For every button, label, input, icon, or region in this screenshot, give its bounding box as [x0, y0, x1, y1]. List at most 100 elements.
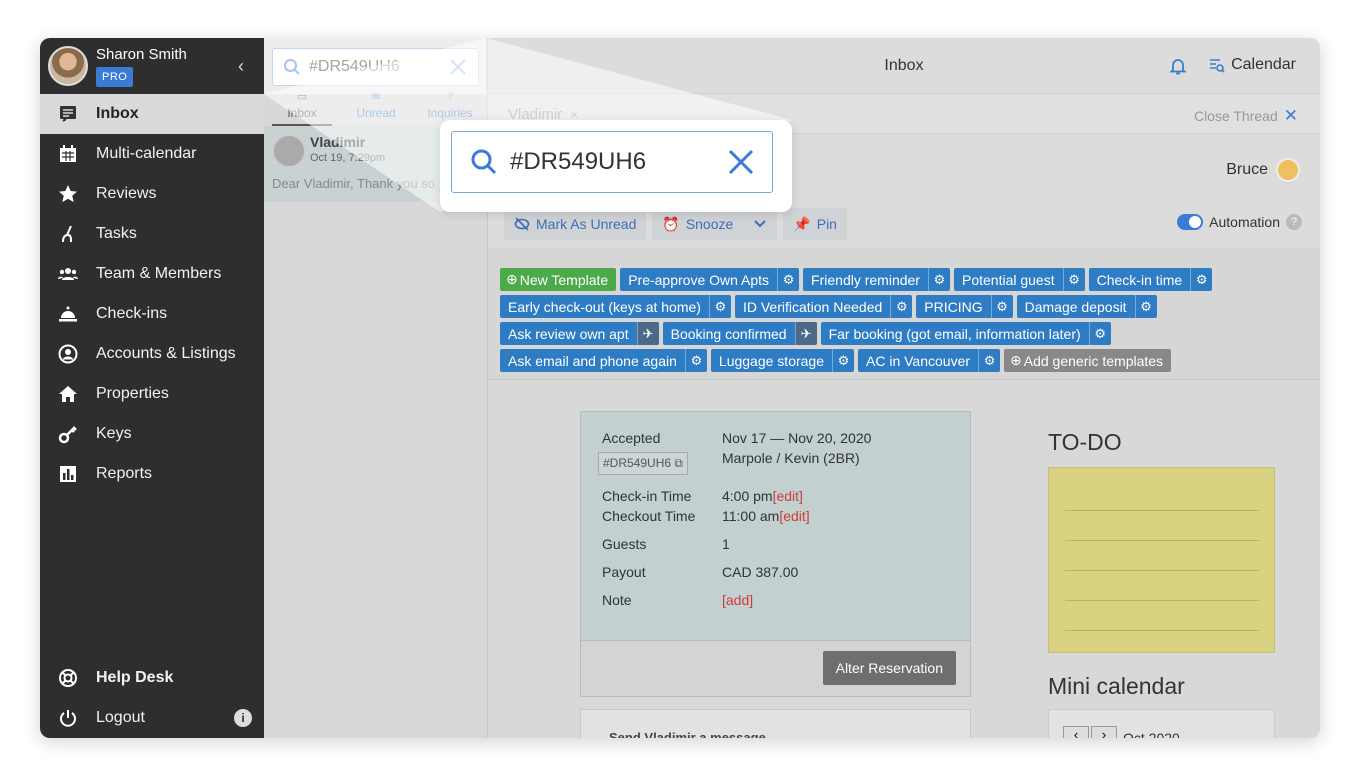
key-icon [58, 424, 78, 444]
chevron-down-icon[interactable] [753, 219, 767, 229]
team-icon [58, 264, 78, 284]
template-potential-guest[interactable]: Potential guest ⚙ [953, 268, 1085, 291]
sidebar-item-inbox[interactable]: Inbox [40, 94, 264, 134]
info-icon[interactable]: i [234, 709, 252, 727]
clear-search-icon[interactable] [448, 57, 468, 77]
mini-calendar: ‹ › Oct 2020 [1048, 709, 1275, 738]
template-ask-review-own-apt[interactable]: Ask review own apt ✈ [500, 322, 659, 345]
template-damage-deposit[interactable]: Damage deposit ⚙ [1016, 295, 1157, 318]
calendar-link[interactable]: Calendar [1209, 56, 1296, 74]
send-message-section[interactable]: Send Vladimir a message [580, 709, 971, 738]
prev-month-button[interactable]: ‹ [1063, 726, 1089, 738]
gear-icon[interactable]: ⚙ [1062, 268, 1085, 291]
reservation-code[interactable]: #DR549UH6 ⧉ [598, 452, 688, 475]
guests-value: 1 [722, 536, 730, 552]
automation-toggle[interactable]: Automation ? [1177, 214, 1302, 230]
search-value: #DR549UH6 [309, 58, 400, 75]
home-icon [58, 384, 78, 404]
template-new-template[interactable]: ⊕ New Template [500, 268, 617, 291]
sidebar-item-reviews[interactable]: Reviews [40, 174, 264, 214]
template-friendly-reminder[interactable]: Friendly reminder ⚙ [803, 268, 950, 291]
eye-off-icon [514, 217, 530, 231]
mark-unread-button[interactable]: Mark As Unread [504, 208, 647, 240]
gear-icon[interactable]: ⚙ [684, 349, 707, 372]
template-far-booking-got-email-information-later[interactable]: Far booking (got email, information late… [820, 322, 1111, 345]
clear-search-icon[interactable] [726, 147, 756, 177]
sidebar-item-multi-calendar[interactable]: Multi-calendar [40, 134, 264, 174]
gear-icon[interactable]: ⚙ [708, 295, 731, 318]
close-thread-button[interactable]: Close Thread ✕ [1194, 106, 1298, 126]
template-luggage-storage[interactable]: Luggage storage ⚙ [710, 349, 854, 372]
template-check-in-time[interactable]: Check-in time ⚙ [1088, 268, 1213, 291]
inbox-icon: ▭ [296, 91, 308, 103]
reservation-listing: Marpole / Kevin (2BR) [722, 450, 860, 466]
sidebar-item-label: Check-ins [96, 305, 168, 322]
sidebar-item-accounts-listings[interactable]: Accounts & Listings [40, 334, 264, 374]
checkin-label: Check-in Time [602, 488, 692, 504]
airplane-icon[interactable]: ✈ [794, 322, 817, 345]
template-bar: ⊕ New Template Pre-approve Own Apts ⚙ Friend… [488, 248, 1320, 380]
gear-icon[interactable]: ⚙ [927, 268, 950, 291]
sidebar-item-help-desk[interactable]: Help Desk [40, 658, 264, 698]
sidebar-item-logout[interactable]: Logout i [40, 698, 264, 738]
template-row: Ask review own apt ✈ Booking confirmed ✈ Far… [500, 322, 1320, 345]
sidebar-item-label: Logout [96, 709, 145, 726]
sidebar-item-keys[interactable]: Keys [40, 414, 264, 454]
add-note-link[interactable]: [add] [722, 592, 753, 608]
gear-icon[interactable]: ⚙ [990, 295, 1013, 318]
sidebar-item-tasks[interactable]: Tasks [40, 214, 264, 254]
gear-icon[interactable]: ⚙ [1134, 295, 1157, 318]
pin-button[interactable]: 📌 Pin [783, 208, 847, 240]
profile-name: Sharon Smith [96, 45, 187, 63]
gear-icon[interactable]: ⚙ [832, 349, 854, 372]
sidebar-item-label: Multi-calendar [96, 145, 197, 162]
template-pricing[interactable]: PRICING ⚙ [916, 295, 1013, 318]
toggle-switch[interactable] [1177, 214, 1204, 230]
tab-inbox[interactable]: ▭ Inbox [272, 90, 332, 126]
airplane-icon[interactable]: ✈ [636, 322, 659, 345]
template-early-check-out-keys-at-home[interactable]: Early check-out (keys at home) ⚙ [500, 295, 731, 318]
template-row: Ask email and phone again ⚙ Luggage storag… [500, 349, 1320, 372]
reservation-dates: Nov 17 — Nov 20, 2020 [722, 430, 872, 446]
thread-name: Vladimir [310, 134, 366, 150]
sidebar-item-label: Team & Members [96, 265, 222, 282]
star-icon [58, 184, 78, 204]
template-ask-email-and-phone-again[interactable]: Ask email and phone again ⚙ [500, 349, 707, 372]
edit-checkin-link[interactable]: [edit] [773, 488, 803, 504]
sidebar-item-label: Properties [96, 385, 169, 402]
tab-unread[interactable]: ✉ Unread [346, 90, 406, 126]
edit-checkout-link[interactable]: [edit] [779, 508, 809, 524]
alter-reservation-button[interactable]: Alter Reservation [822, 651, 956, 685]
todo-note[interactable] [1048, 467, 1275, 653]
template-ac-in-vancouver[interactable]: AC in Vancouver ⚙ [858, 349, 1001, 372]
thread-content: Accepted Nov 17 — Nov 20, 2020 #DR549UH6… [488, 381, 1320, 738]
zoomed-search-value: #DR549UH6 [510, 148, 647, 175]
thread-search-input[interactable]: #DR549UH6 [272, 48, 479, 86]
avatar [48, 46, 88, 86]
help-icon[interactable]: ? [1286, 214, 1302, 230]
snooze-button[interactable]: ⏰ Snooze [652, 208, 778, 240]
template-pre-approve-own-apts[interactable]: Pre-approve Own Apts ⚙ [620, 268, 800, 291]
sidebar-item-reports[interactable]: Reports [40, 454, 264, 494]
sidebar-item-check-ins[interactable]: Check-ins [40, 294, 264, 334]
collapse-sidebar-icon[interactable]: ‹ [238, 56, 244, 77]
gear-icon[interactable]: ⚙ [1088, 322, 1111, 345]
mini-calendar-title: Mini calendar [1048, 673, 1185, 699]
gear-icon[interactable]: ⚙ [890, 295, 912, 318]
gear-icon[interactable]: ⚙ [978, 349, 1000, 372]
template-booking-confirmed[interactable]: Booking confirmed ✈ [662, 322, 817, 345]
notification-bell-icon[interactable] [1168, 56, 1188, 76]
profile[interactable]: Sharon Smith PRO ‹ [40, 38, 264, 94]
template-add-generic-templates[interactable]: ⊕ Add generic templates [1004, 349, 1172, 372]
template-id-verification-needed[interactable]: ID Verification Needed ⚙ [734, 295, 913, 318]
guests-label: Guests [602, 536, 647, 552]
sidebar-item-label: Accounts & Listings [96, 345, 236, 362]
sidebar-item-properties[interactable]: Properties [40, 374, 264, 414]
sidebar-item-team-members[interactable]: Team & Members [40, 254, 264, 294]
checkin-value: 4:00 pm[edit] [722, 488, 803, 504]
gear-icon[interactable]: ⚙ [1190, 268, 1212, 291]
gear-icon[interactable]: ⚙ [777, 268, 799, 291]
add-circle-icon: ⊕ [506, 271, 518, 287]
calendar-icon [58, 144, 78, 164]
next-month-button[interactable]: › [1091, 726, 1117, 738]
